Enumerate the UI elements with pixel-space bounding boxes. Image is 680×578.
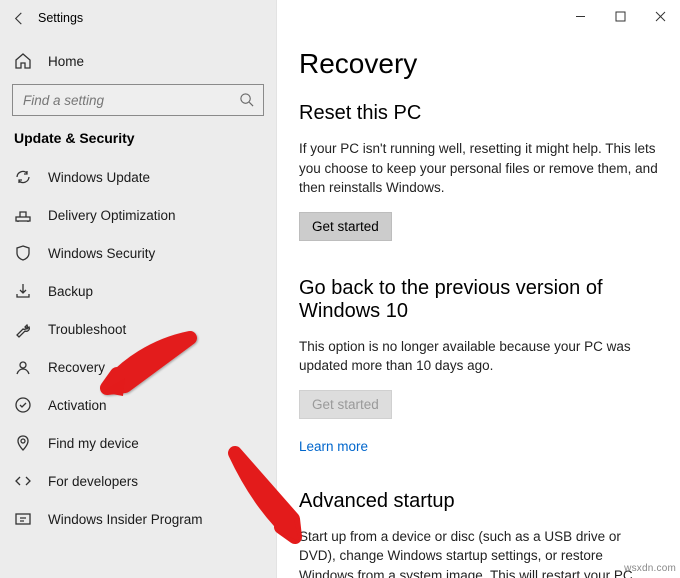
- sidebar-item-label: Troubleshoot: [48, 322, 126, 337]
- section-description: This option is no longer available becau…: [299, 337, 660, 376]
- maximize-button[interactable]: [600, 0, 640, 32]
- sidebar-item-for-developers[interactable]: For developers: [0, 462, 276, 500]
- section-reset-this-pc: Reset this PC If your PC isn't running w…: [299, 102, 660, 241]
- insider-icon: [14, 510, 32, 528]
- sidebar-item-windows-insider[interactable]: Windows Insider Program: [0, 500, 276, 538]
- shield-icon: [14, 244, 32, 262]
- section-description: If your PC isn't running well, resetting…: [299, 139, 660, 198]
- sidebar-item-troubleshoot[interactable]: Troubleshoot: [0, 310, 276, 348]
- code-icon: [14, 472, 32, 490]
- sidebar-group-header: Update & Security: [0, 130, 276, 158]
- section-heading: Advanced startup: [299, 490, 660, 513]
- sidebar-item-label: Windows Update: [48, 170, 150, 185]
- sidebar-item-label: Find my device: [48, 436, 139, 451]
- close-button[interactable]: [640, 0, 680, 32]
- backup-icon: [14, 282, 32, 300]
- get-started-button-disabled: Get started: [299, 390, 392, 419]
- sidebar-item-label: Activation: [48, 398, 107, 413]
- delivery-icon: [14, 206, 32, 224]
- sidebar-item-label: For developers: [48, 474, 138, 489]
- section-advanced-startup: Advanced startup Start up from a device …: [299, 490, 660, 578]
- window-title: Settings: [38, 11, 83, 25]
- check-circle-icon: [14, 396, 32, 414]
- wrench-icon: [14, 320, 32, 338]
- sidebar-item-delivery-optimization[interactable]: Delivery Optimization: [0, 196, 276, 234]
- section-heading: Go back to the previous version of Windo…: [299, 277, 660, 323]
- sidebar-item-label: Windows Insider Program: [48, 512, 203, 527]
- sidebar-item-windows-update[interactable]: Windows Update: [0, 158, 276, 196]
- minimize-button[interactable]: [560, 0, 600, 32]
- search-icon: [239, 92, 255, 108]
- sidebar-item-activation[interactable]: Activation: [0, 386, 276, 424]
- sidebar-item-find-my-device[interactable]: Find my device: [0, 424, 276, 462]
- recovery-icon: [14, 358, 32, 376]
- sidebar-item-label: Delivery Optimization: [48, 208, 176, 223]
- learn-more-link[interactable]: Learn more: [299, 439, 368, 454]
- page-title: Recovery: [299, 48, 660, 80]
- sidebar-item-label: Recovery: [48, 360, 105, 375]
- sidebar-item-label: Windows Security: [48, 246, 155, 261]
- section-description: Start up from a device or disc (such as …: [299, 527, 660, 578]
- sidebar-item-label: Backup: [48, 284, 93, 299]
- sync-icon: [14, 168, 32, 186]
- sidebar-item-windows-security[interactable]: Windows Security: [0, 234, 276, 272]
- watermark-text: wsxdn.com: [624, 563, 676, 574]
- search-input[interactable]: [21, 92, 239, 109]
- back-button[interactable]: [0, 0, 36, 36]
- content-pane: Recovery Reset this PC If your PC isn't …: [277, 0, 680, 578]
- sidebar-item-home[interactable]: Home: [0, 42, 276, 80]
- home-icon: [14, 52, 32, 70]
- section-heading: Reset this PC: [299, 102, 660, 125]
- sidebar-item-label: Home: [48, 54, 84, 69]
- sidebar-item-recovery[interactable]: Recovery: [0, 348, 276, 386]
- location-icon: [14, 434, 32, 452]
- get-started-button[interactable]: Get started: [299, 212, 392, 241]
- sidebar-item-backup[interactable]: Backup: [0, 272, 276, 310]
- search-box[interactable]: [12, 84, 264, 116]
- sidebar: Home Update & Security Windows Update De…: [0, 0, 277, 578]
- section-go-back: Go back to the previous version of Windo…: [299, 277, 660, 454]
